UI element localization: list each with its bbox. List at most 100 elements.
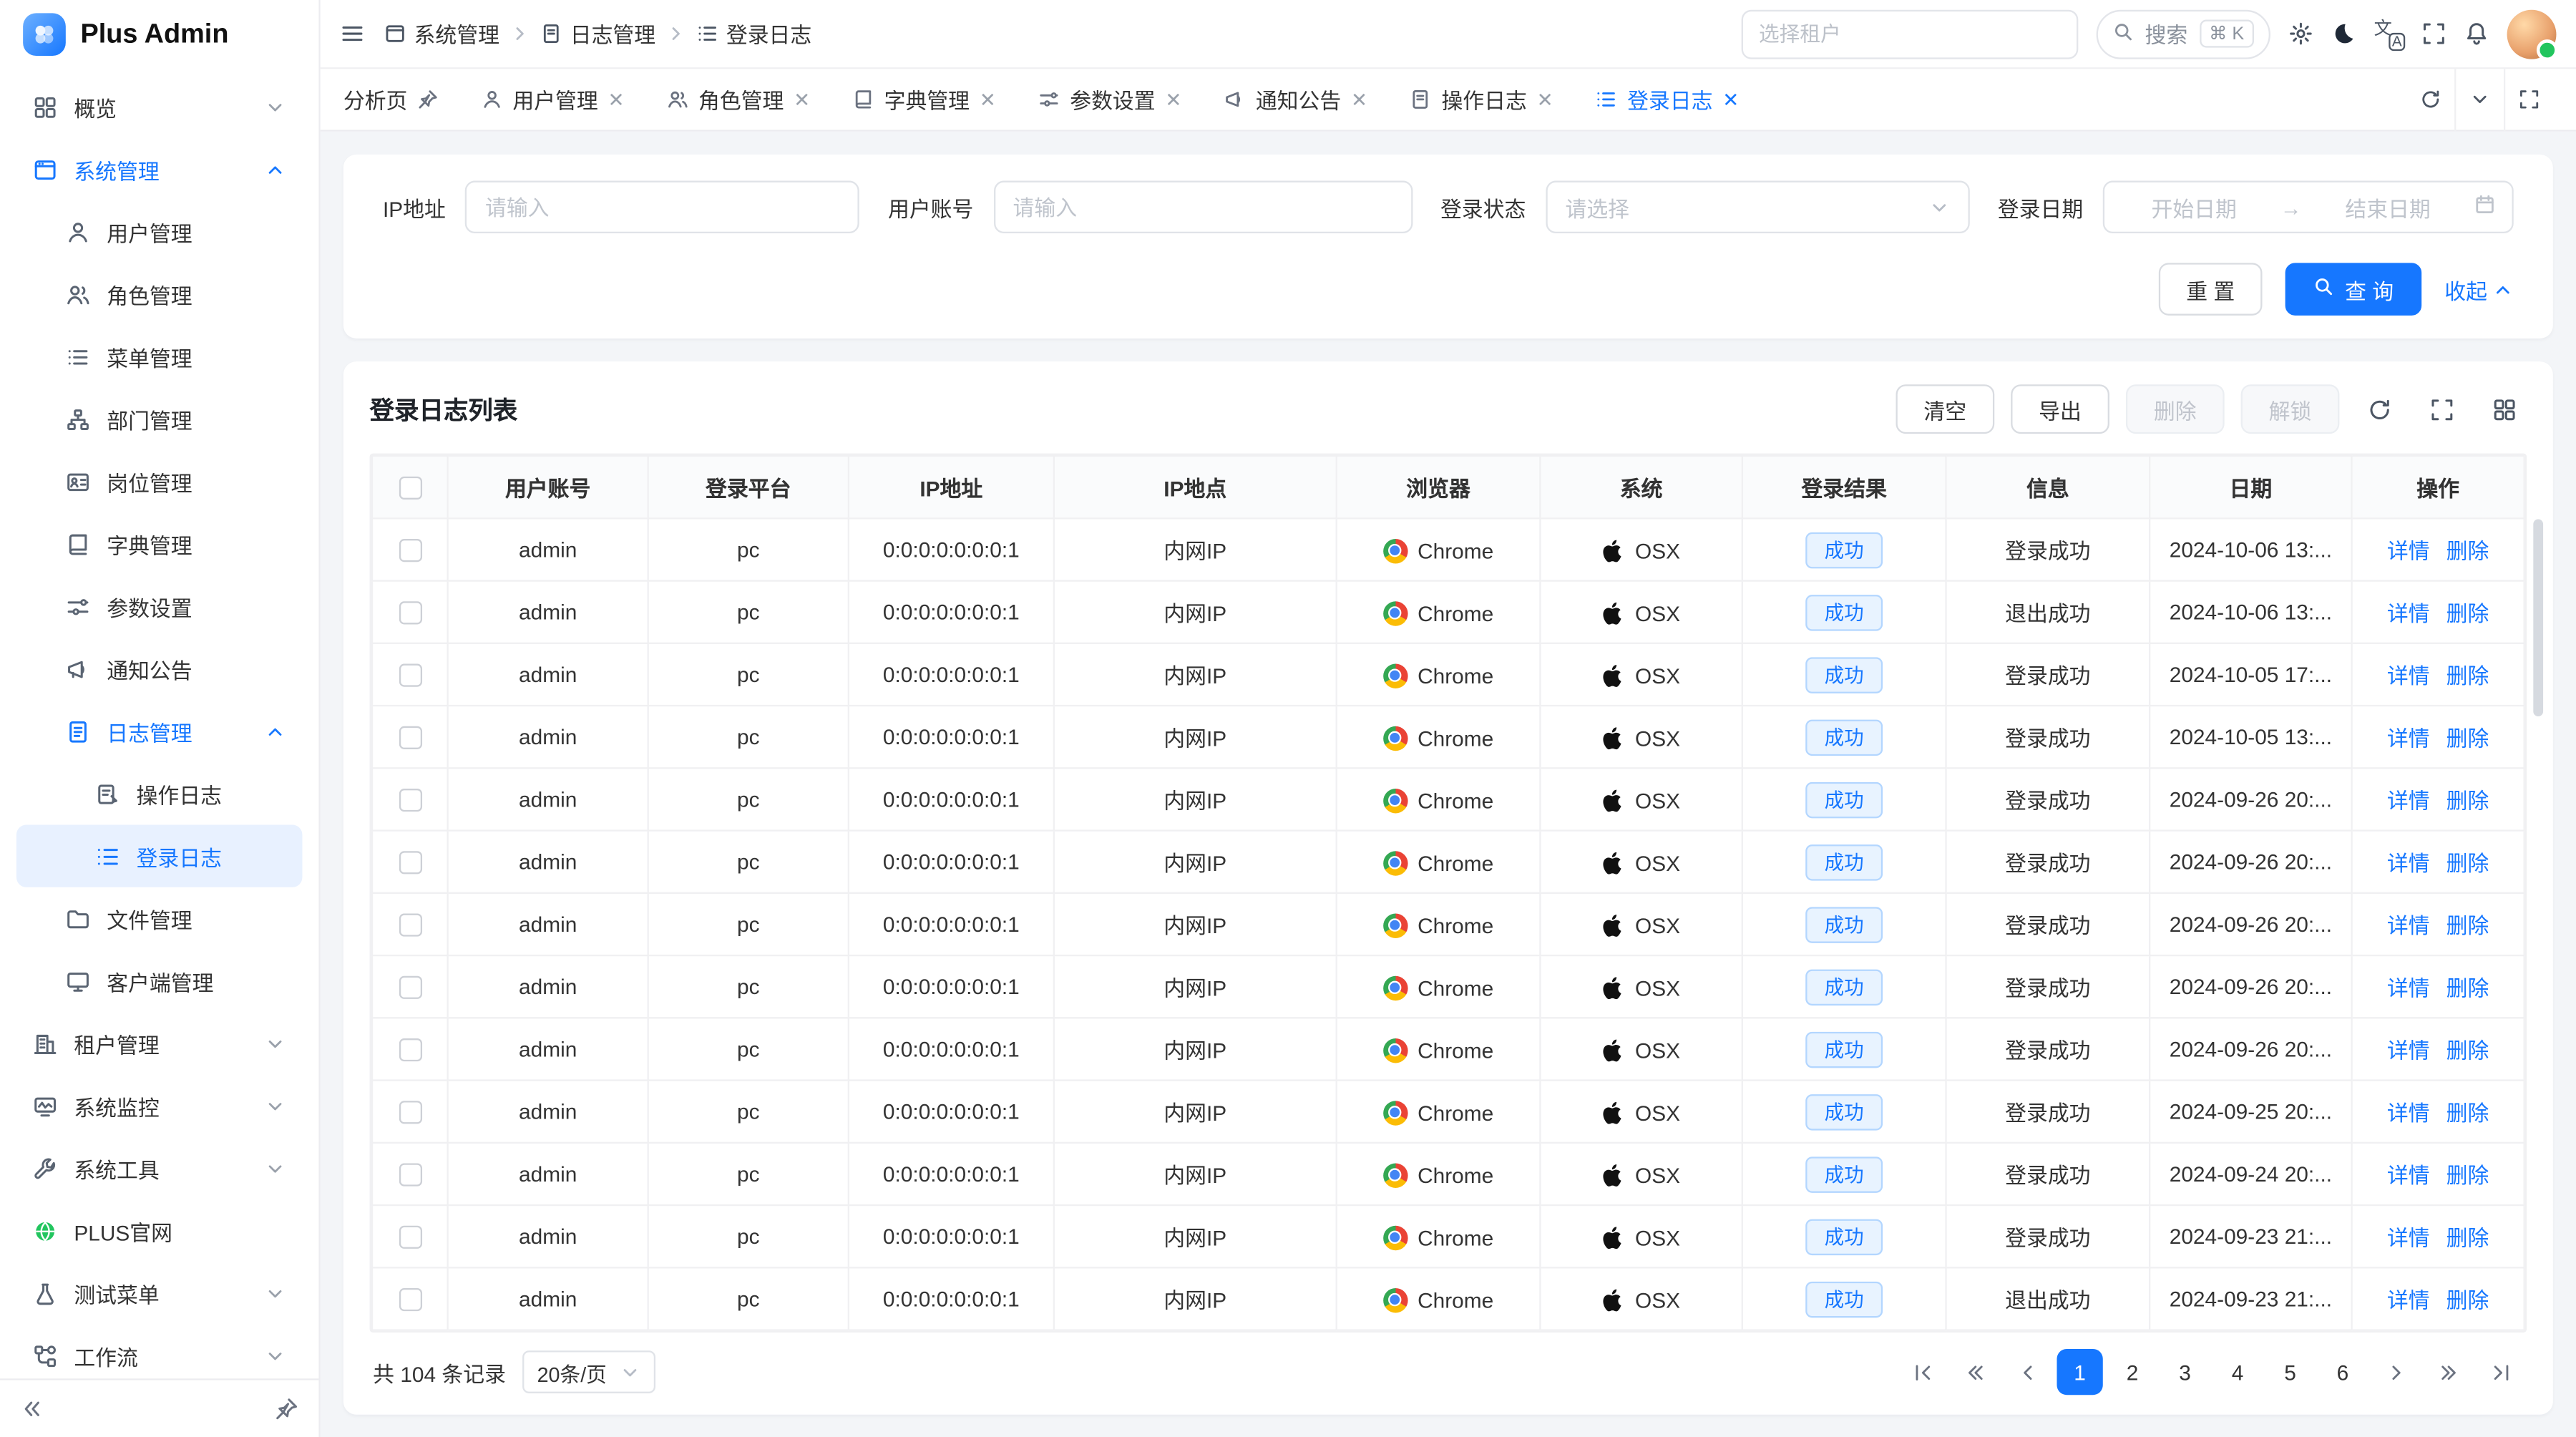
tab-role-management[interactable]: 角色管理 ✕	[667, 84, 810, 115]
page-size-select[interactable]: 20条/页	[522, 1350, 656, 1393]
row-checkbox[interactable]	[399, 1101, 421, 1124]
delete-link[interactable]: 删除	[2446, 789, 2489, 813]
refresh-icon[interactable]	[2356, 386, 2401, 432]
fullscreen-icon[interactable]	[2419, 386, 2464, 432]
row-checkbox[interactable]	[399, 1289, 421, 1312]
tab-login-log[interactable]: 登录日志 ✕	[1596, 84, 1739, 115]
sidebar-item-menu-management[interactable]: 菜单管理	[16, 326, 302, 388]
prev-5-pages-icon[interactable]	[1952, 1349, 1998, 1395]
delete-link[interactable]: 删除	[2446, 851, 2489, 875]
next-page-icon[interactable]	[2372, 1349, 2418, 1395]
sidebar-item-dict-management[interactable]: 字典管理	[16, 512, 302, 575]
page-number-button[interactable]: 3	[2162, 1349, 2207, 1395]
translate-icon[interactable]: 文A	[2374, 21, 2404, 47]
detail-link[interactable]: 详情	[2387, 851, 2430, 875]
query-button[interactable]: 查 询	[2285, 263, 2421, 315]
row-checkbox[interactable]	[399, 540, 421, 562]
delete-link[interactable]: 删除	[2446, 976, 2489, 1000]
bell-icon[interactable]	[2464, 21, 2489, 46]
page-number-button[interactable]: 6	[2320, 1349, 2366, 1395]
select-all-checkbox[interactable]	[399, 477, 421, 500]
sidebar-item-file-management[interactable]: 文件管理	[16, 887, 302, 950]
avatar[interactable]	[2507, 9, 2557, 59]
tenant-select[interactable]	[1741, 9, 2078, 59]
last-page-icon[interactable]	[2477, 1349, 2523, 1395]
sidebar-item-client-management[interactable]: 客户端管理	[16, 950, 302, 1012]
delete-link[interactable]: 删除	[2446, 914, 2489, 938]
pin-icon[interactable]	[417, 89, 439, 110]
breadcrumb-item-log[interactable]: 日志管理	[540, 18, 655, 49]
row-checkbox[interactable]	[399, 789, 421, 812]
close-icon[interactable]: ✕	[794, 89, 810, 109]
date-range-picker[interactable]: 开始日期 → 结束日期	[2103, 181, 2514, 233]
breadcrumb-item-system[interactable]: 系统管理	[384, 18, 499, 49]
detail-link[interactable]: 详情	[2387, 1038, 2430, 1063]
detail-link[interactable]: 详情	[2387, 539, 2430, 563]
detail-link[interactable]: 详情	[2387, 1288, 2430, 1312]
refresh-icon[interactable]	[2405, 68, 2454, 130]
sidebar-item-plus-website[interactable]: PLUS官网	[16, 1199, 302, 1262]
sidebar-item-login-log[interactable]: 登录日志	[16, 825, 302, 887]
delete-link[interactable]: 删除	[2446, 1038, 2489, 1063]
global-search[interactable]: 搜索 ⌘ K	[2096, 9, 2270, 59]
fullscreen-icon[interactable]	[2421, 21, 2446, 46]
delete-link[interactable]: 删除	[2446, 1226, 2489, 1250]
delete-link[interactable]: 删除	[2446, 539, 2489, 563]
row-checkbox[interactable]	[399, 1039, 421, 1062]
moon-icon[interactable]	[2331, 21, 2356, 46]
sidebar-item-post-management[interactable]: 岗位管理	[16, 450, 302, 512]
first-page-icon[interactable]	[1899, 1349, 1945, 1395]
sidebar-item-test-menu[interactable]: 测试菜单	[16, 1262, 302, 1324]
detail-link[interactable]: 详情	[2387, 789, 2430, 813]
delete-link[interactable]: 删除	[2446, 1288, 2489, 1312]
sidebar-item-user-management[interactable]: 用户管理	[16, 200, 302, 263]
sidebar-item-workflow[interactable]: 工作流	[16, 1325, 302, 1379]
account-input[interactable]	[993, 181, 1412, 233]
delete-link[interactable]: 删除	[2446, 601, 2489, 625]
delete-link[interactable]: 删除	[2446, 726, 2489, 751]
row-checkbox[interactable]	[399, 852, 421, 875]
sidebar-item-operation-log[interactable]: 操作日志	[16, 762, 302, 824]
detail-link[interactable]: 详情	[2387, 1226, 2430, 1250]
detail-link[interactable]: 详情	[2387, 664, 2430, 688]
row-checkbox[interactable]	[399, 664, 421, 687]
sidebar-item-department-management[interactable]: 部门管理	[16, 388, 302, 450]
sidebar-item-overview[interactable]: 概览	[16, 76, 302, 138]
login-status-select[interactable]: 请选择	[1546, 181, 1969, 233]
page-number-button[interactable]: 5	[2267, 1349, 2313, 1395]
delete-link[interactable]: 删除	[2446, 1164, 2489, 1188]
detail-link[interactable]: 详情	[2387, 726, 2430, 751]
close-icon[interactable]: ✕	[980, 89, 996, 109]
row-checkbox[interactable]	[399, 914, 421, 937]
ip-input[interactable]	[465, 181, 859, 233]
close-icon[interactable]: ✕	[1537, 89, 1553, 109]
tab-dict-management[interactable]: 字典管理 ✕	[853, 84, 996, 115]
page-number-button[interactable]: 4	[2215, 1349, 2260, 1395]
prev-page-icon[interactable]	[2004, 1349, 2050, 1395]
delete-button[interactable]: 删除	[2126, 384, 2225, 434]
app-logo[interactable]: Plus Admin	[0, 0, 318, 69]
reset-button[interactable]: 重 置	[2158, 263, 2263, 315]
tab-operation-log[interactable]: 操作日志 ✕	[1410, 84, 1553, 115]
row-checkbox[interactable]	[399, 976, 421, 999]
pin-icon[interactable]	[274, 1397, 298, 1421]
page-number-button[interactable]: 2	[2109, 1349, 2155, 1395]
close-icon[interactable]: ✕	[608, 89, 625, 109]
breadcrumb-item-login-log[interactable]: 登录日志	[697, 18, 812, 49]
export-button[interactable]: 导出	[2011, 384, 2109, 434]
row-checkbox[interactable]	[399, 1226, 421, 1249]
unlock-button[interactable]: 解锁	[2241, 384, 2340, 434]
detail-link[interactable]: 详情	[2387, 914, 2430, 938]
row-checkbox[interactable]	[399, 1164, 421, 1187]
tab-notice[interactable]: 通知公告 ✕	[1224, 84, 1367, 115]
delete-link[interactable]: 删除	[2446, 664, 2489, 688]
table-scrollbar[interactable]	[2533, 520, 2543, 717]
sidebar-item-notice[interactable]: 通知公告	[16, 638, 302, 700]
detail-link[interactable]: 详情	[2387, 976, 2430, 1000]
close-icon[interactable]: ✕	[1351, 89, 1367, 109]
collapse-sidebar-icon[interactable]	[20, 1397, 44, 1421]
hamburger-menu-icon[interactable]	[340, 21, 364, 46]
detail-link[interactable]: 详情	[2387, 1101, 2430, 1125]
page-number-button[interactable]: 1	[2057, 1349, 2102, 1395]
expand-content-icon[interactable]	[2504, 68, 2553, 130]
